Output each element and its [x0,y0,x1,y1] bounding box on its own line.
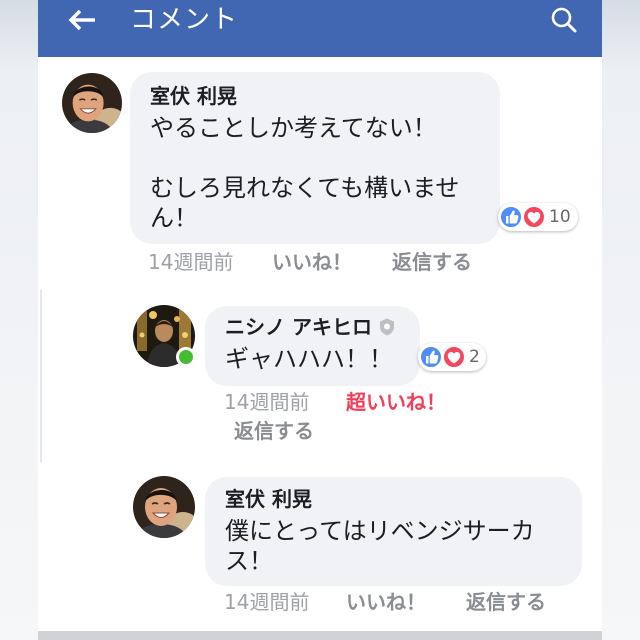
reply-button[interactable]: 返信する [234,419,314,443]
comment-timestamp: 14週間前 [224,390,310,414]
reaction-count: 10 [549,207,571,227]
comment-text-line: むしろ見れなくても構いませ [150,174,460,202]
comment-text-line: ギャハハハ！！ [225,345,393,373]
page-title: コメント [130,5,239,35]
reply-button[interactable]: 返信する [392,250,472,274]
avatar-photo [62,73,122,133]
comment-paragraph: むしろ見れなくても構いませ ん！ [150,173,500,233]
love-icon [442,345,466,369]
comment-paragraph: 僕にとってはリベンジサーカ ス！ [225,516,582,576]
avatar[interactable] [62,73,122,133]
love-reaction-button[interactable]: 超いいね！ [346,390,446,414]
reactions-badge[interactable]: 10 [498,203,578,231]
comment-text-line: ん！ [150,204,198,232]
like-button[interactable]: いいね！ [346,590,426,614]
search-icon [551,7,577,33]
arrow-left-icon [68,9,95,31]
reply-button[interactable]: 返信する [466,590,546,614]
like-button[interactable]: いいね！ [272,250,352,274]
comment-bubble: 室伏 利晃 やることしか考えてない！ むしろ見れなくても構いませ ん！ [130,72,500,244]
online-status-dot [176,347,196,367]
comment-author[interactable]: ニシノ アキヒロ [225,314,372,340]
back-button[interactable] [66,7,98,33]
comment-text-line: やることしか考えてない！ [150,114,437,142]
like-icon [499,205,523,229]
like-icon [419,345,443,369]
comment-timestamp: 14週間前 [148,250,234,274]
comment-text-line: 僕にとってはリベンジサーカ [225,517,535,545]
comment-paragraph: やることしか考えてない！ [150,113,500,143]
comment-paragraph: ギャハハハ！！ [225,344,420,374]
love-icon [522,205,546,229]
reaction-count: 2 [469,347,480,367]
reply-thread-line [40,290,42,462]
shield-badge-icon [379,318,395,336]
comment-bubble: ニシノ アキヒロ ギャハハハ！！ [205,306,420,386]
avatar[interactable] [133,476,195,538]
bottom-divider [38,631,602,640]
comment-author[interactable]: 室伏 利晃 [150,83,500,109]
reactions-badge[interactable]: 2 [418,343,486,371]
comment-bubble: 室伏 利晃 僕にとってはリベンジサーカ ス！ [205,477,582,586]
comment-author-row: ニシノ アキヒロ [225,314,420,340]
comment-text-line: ス！ [225,547,273,575]
avatar-photo [133,476,195,538]
comments-screen: コメント 室伏 利晃 やることしか考えてない！ むしろ見れなくても構いませ ん！… [38,0,602,640]
app-header: コメント [38,0,602,57]
search-button[interactable] [550,6,578,34]
comment-timestamp: 14週間前 [224,590,310,614]
comment-author[interactable]: 室伏 利晃 [225,486,582,512]
